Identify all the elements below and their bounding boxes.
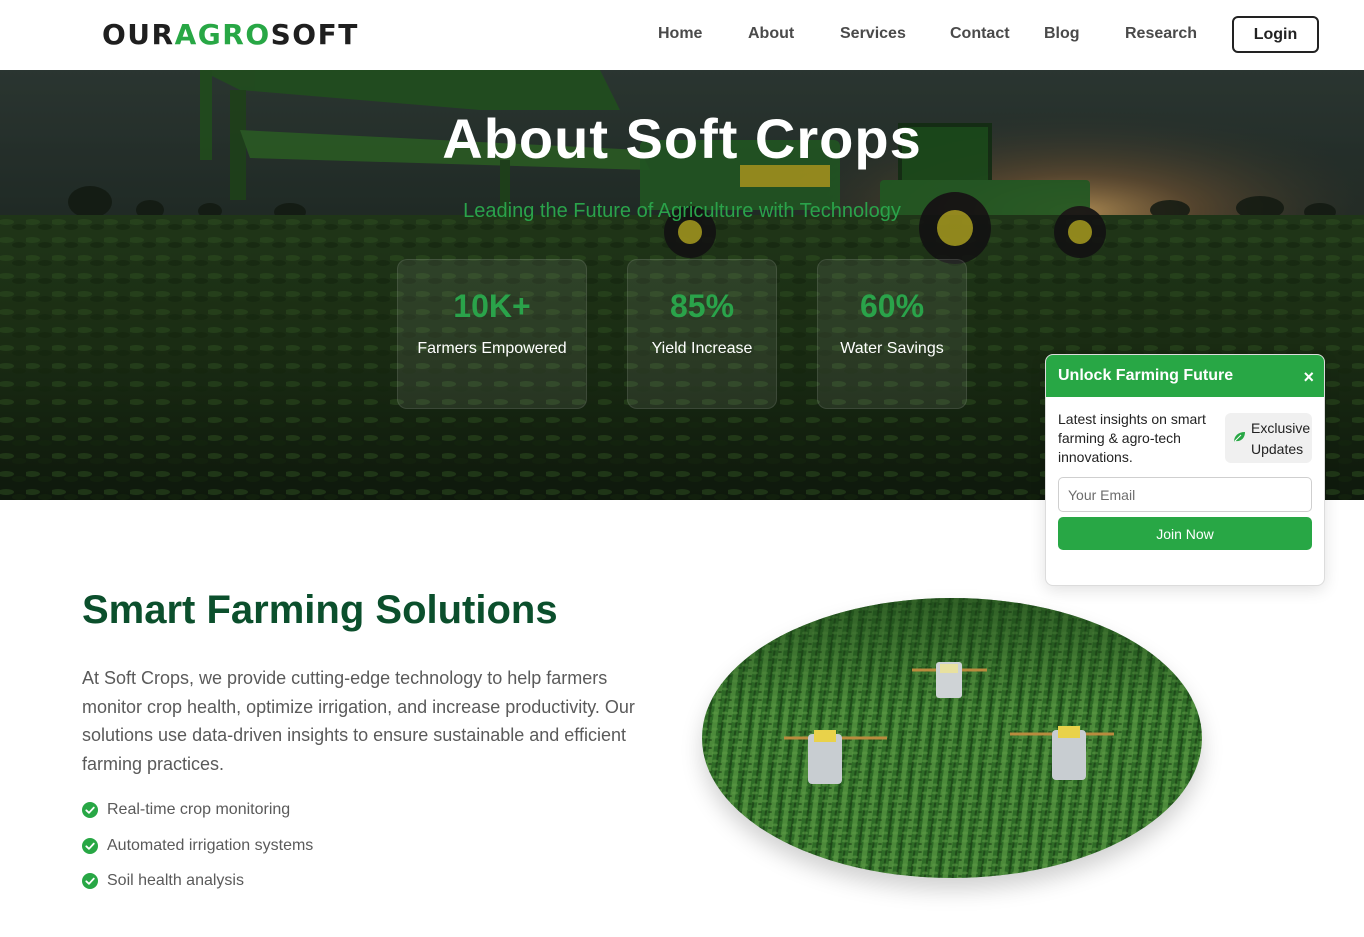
badge-line-1: Exclusive bbox=[1251, 420, 1311, 436]
feature-label: Automated irrigation systems bbox=[107, 837, 314, 854]
nav-link-services[interactable]: Services bbox=[840, 25, 906, 43]
stat-card-yield: 85% Yield Increase bbox=[627, 259, 777, 409]
stat-label: Water Savings bbox=[840, 340, 944, 357]
newsletter-popup: Unlock Farming Future × Latest insights … bbox=[1045, 354, 1325, 586]
leaf-icon bbox=[1234, 432, 1245, 442]
login-button[interactable]: Login bbox=[1232, 16, 1319, 53]
nav-link-about[interactable]: About bbox=[748, 25, 794, 43]
stat-card-water: 60% Water Savings bbox=[817, 259, 967, 409]
field-machinery-image bbox=[702, 598, 1202, 878]
nav-link-research[interactable]: Research bbox=[1125, 25, 1197, 43]
nav-link-home[interactable]: Home bbox=[658, 25, 702, 43]
check-circle-icon bbox=[82, 802, 98, 818]
logo-agro: AGRO bbox=[174, 18, 271, 51]
logo-our: OUR bbox=[102, 18, 175, 51]
hero-subtitle: Leading the Future of Agriculture with T… bbox=[463, 200, 901, 222]
join-now-button[interactable]: Join Now bbox=[1058, 517, 1312, 550]
feature-item: Automated irrigation systems bbox=[82, 836, 313, 856]
check-circle-icon bbox=[82, 838, 98, 854]
nav-link-blog[interactable]: Blog bbox=[1044, 25, 1080, 43]
stat-value: 85% bbox=[669, 288, 735, 324]
stat-card-farmers: 10K+ Farmers Empowered bbox=[397, 259, 587, 409]
stat-value: 10K+ bbox=[453, 288, 531, 324]
email-field[interactable] bbox=[1058, 477, 1312, 512]
stat-value: 60% bbox=[859, 288, 925, 324]
popup-title: Unlock Farming Future bbox=[1058, 367, 1234, 384]
navbar: OURAGROSOFT Home About Services Contact … bbox=[0, 0, 1364, 70]
feature-label: Soil health analysis bbox=[107, 872, 244, 889]
feature-item: Real-time crop monitoring bbox=[82, 800, 290, 820]
badge-line-2: Updates bbox=[1251, 441, 1304, 457]
popup-description: Latest insights on smart farming & agro-… bbox=[1058, 411, 1206, 465]
section-description: At Soft Crops, we provide cutting-edge t… bbox=[82, 668, 635, 774]
stat-label: Yield Increase bbox=[651, 340, 753, 357]
section-title: Smart Farming Solutions bbox=[82, 588, 558, 632]
hero-title: About Soft Crops bbox=[442, 107, 922, 170]
badge-text: Exclusive Updates bbox=[1251, 418, 1310, 460]
feature-label: Real-time crop monitoring bbox=[107, 801, 291, 818]
nav-link-contact[interactable]: Contact bbox=[950, 25, 1010, 43]
exclusive-updates-badge: Exclusive Updates bbox=[1225, 413, 1312, 463]
close-icon[interactable]: × bbox=[1303, 368, 1314, 386]
site-logo[interactable]: OURAGROSOFT bbox=[102, 18, 359, 51]
feature-item: Soil health analysis bbox=[82, 871, 244, 891]
stat-label: Farmers Empowered bbox=[417, 340, 567, 357]
logo-soft: SOFT bbox=[270, 18, 359, 51]
check-circle-icon bbox=[82, 873, 98, 889]
popup-header: Unlock Farming Future × bbox=[1046, 355, 1324, 397]
